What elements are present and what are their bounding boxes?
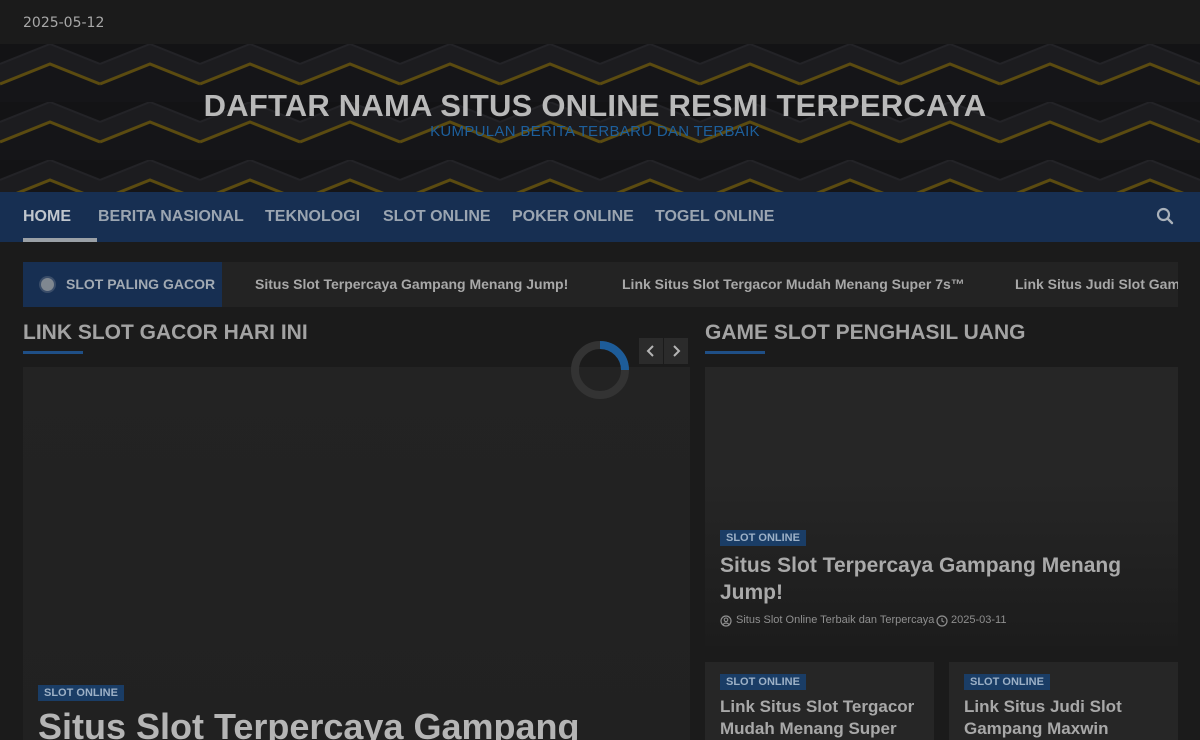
loading-spinner-icon — [571, 341, 629, 399]
ticker-label: SLOT PALING GACOR — [66, 276, 216, 292]
section-title-underline — [23, 351, 83, 354]
live-dot-icon — [41, 278, 54, 291]
chevron-left-icon — [646, 345, 654, 357]
ticker-item[interactable]: Link Situs Slot Tergacor Mudah Menang Su… — [622, 262, 965, 307]
post-date: 2025-03-11 — [951, 614, 1007, 626]
news-ticker: SLOT PALING GACOR Situs Slot Terpercaya … — [23, 262, 1178, 307]
site-tagline: KUMPULAN BERITA TERBARU DAN TERBAIK — [430, 123, 760, 140]
post-card-title[interactable]: Link Situs Judi Slot Gampang Maxwin — [964, 696, 1164, 740]
ticker-item[interactable]: Link Situs Judi Slot Gampang Maxwin — [1015, 262, 1178, 307]
top-bar: 2025-05-12 — [0, 0, 1200, 44]
ticker-item[interactable]: Situs Slot Terpercaya Gampang Menang Jum… — [255, 262, 568, 307]
main-card-title[interactable]: Situs Slot Terpercaya Gampang — [38, 706, 580, 740]
nav-item-togel-online[interactable]: TOGEL ONLINE — [655, 192, 774, 242]
category-badge[interactable]: SLOT ONLINE — [720, 674, 806, 690]
nav-item-berita-nasional[interactable]: BERITA NASIONAL — [98, 192, 244, 242]
section-title-underline — [705, 351, 765, 354]
post-author[interactable]: Situs Slot Online Terbaik dan Terpercaya — [736, 614, 934, 626]
category-badge[interactable]: SLOT ONLINE — [964, 674, 1050, 690]
nav-item-teknologi[interactable]: TEKNOLOGI — [265, 192, 360, 242]
nav-item-slot-online[interactable]: SLOT ONLINE — [383, 192, 491, 242]
site-title[interactable]: DAFTAR NAMA SITUS ONLINE RESMI TERPERCAY… — [0, 88, 1190, 124]
main-navigation: HOME BERITA NASIONAL TEKNOLOGI SLOT ONLI… — [0, 192, 1200, 242]
current-date: 2025-05-12 — [23, 15, 105, 31]
section-title-left: LINK SLOT GACOR HARI INI — [23, 321, 308, 344]
post-card-title[interactable]: Link Situs Slot Tergacor Mudah Menang Su… — [720, 696, 920, 740]
category-badge[interactable]: SLOT ONLINE — [720, 530, 806, 546]
featured-post-title[interactable]: Situs Slot Terpercaya Gampang Menang Jum… — [720, 552, 1160, 606]
category-badge[interactable]: SLOT ONLINE — [38, 685, 124, 701]
chevron-right-icon — [673, 345, 681, 357]
nav-item-home[interactable]: HOME — [23, 192, 71, 242]
ticker-label-box: SLOT PALING GACOR — [23, 262, 222, 307]
nav-item-poker-online[interactable]: POKER ONLINE — [512, 192, 634, 242]
header-banner: DAFTAR NAMA SITUS ONLINE RESMI TERPERCAY… — [0, 44, 1200, 192]
clock-icon — [936, 615, 948, 627]
section-title-right: GAME SLOT PENGHASIL UANG — [705, 321, 1026, 344]
user-icon — [720, 615, 732, 627]
search-icon[interactable] — [1156, 207, 1174, 225]
active-nav-underline — [23, 238, 97, 242]
slider-next-button[interactable] — [664, 338, 688, 364]
slider-prev-button[interactable] — [639, 338, 663, 364]
